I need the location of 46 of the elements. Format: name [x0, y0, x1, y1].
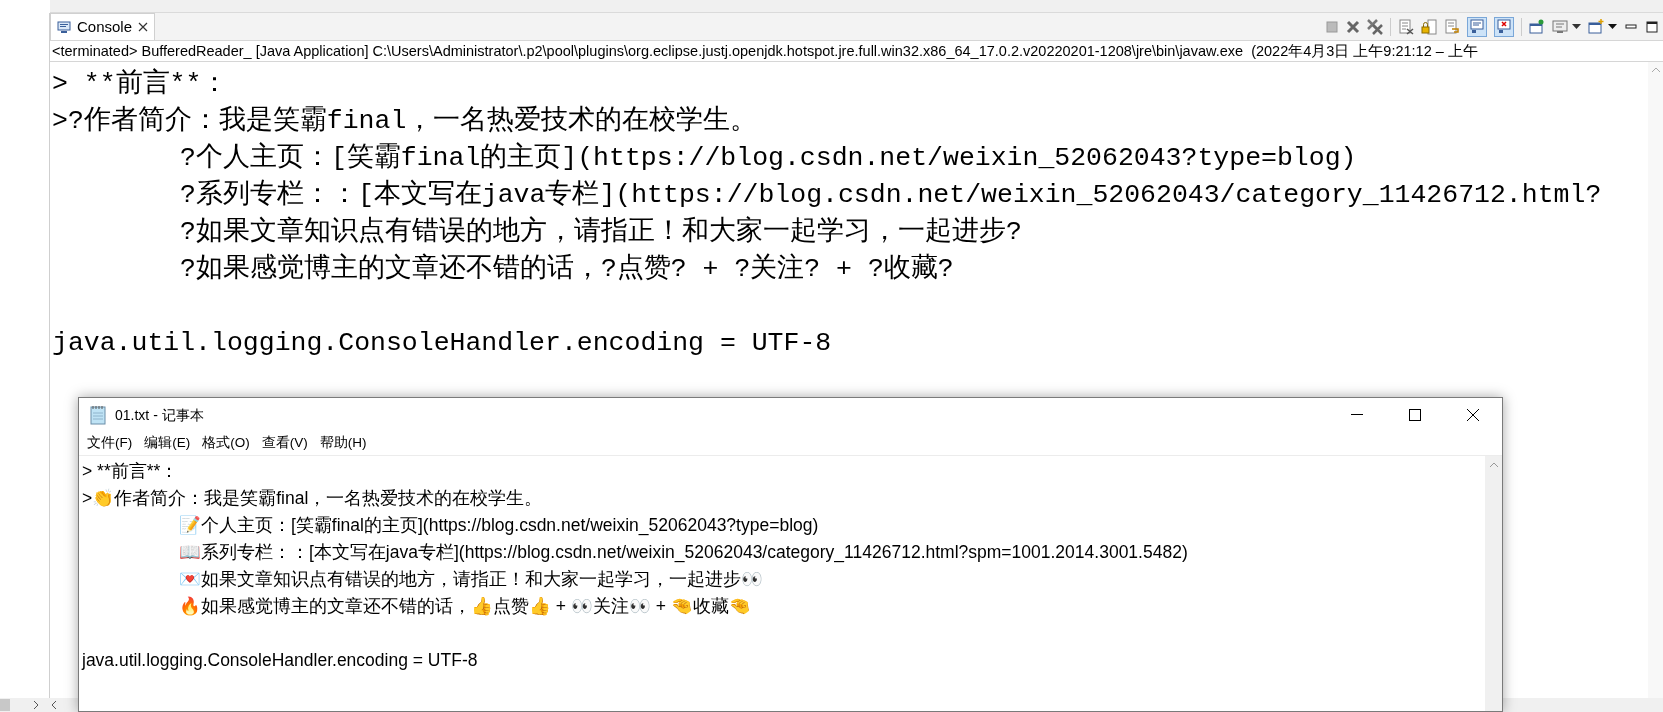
vertical-scrollbar[interactable]: [1648, 62, 1663, 698]
clear-console-icon[interactable]: [1398, 18, 1414, 35]
text-line: 🔥如果感觉博主的文章还不错的话，👍点赞👍 + 👀关注👀 + 🤏收藏🤏: [178, 595, 751, 618]
caret-icon: [1572, 23, 1581, 30]
scroll-right-icon[interactable]: [32, 700, 40, 710]
show-console-output-icon[interactable]: [1467, 16, 1487, 37]
text-line: 📖系列专栏：：[本文写在java专栏](https://blog.csdn.net/weixin_52062043/category_11426712.html?spm=1001.2014.3001.5482): [178, 541, 1188, 565]
text-line: > **前言**：: [82, 460, 179, 483]
show-error-output-icon[interactable]: [1494, 16, 1514, 37]
scroll-left-icon[interactable]: [50, 700, 58, 710]
console-icon: [57, 20, 71, 34]
maximize-icon: [1409, 409, 1421, 421]
text-line: ?如果文章知识点有错误的地方，请指正！和大家一起学习，一起进步?: [179, 215, 1022, 249]
text-line: ?系列专栏：：[本文写在java专栏](https://blog.csdn.net/weixin_52062043/category_11426712.html?: [179, 178, 1602, 212]
menu-item[interactable]: 格式(O): [196, 433, 256, 454]
menu-item[interactable]: 文件(F): [81, 433, 139, 454]
display-console-dropdown[interactable]: [1552, 18, 1581, 35]
console-tab[interactable]: Console: [50, 13, 156, 40]
pin-console-icon[interactable]: [1529, 18, 1545, 35]
close-icon[interactable]: [138, 22, 149, 32]
scroll-lock-icon[interactable]: [1421, 18, 1437, 35]
text-line: >?作者简介：我是笑霸final，一名热爱技术的在校学生。: [52, 104, 758, 138]
notepad-icon: [89, 405, 107, 425]
text-line: ?个人主页：[笑霸final的主页](https://blog.csdn.net/weixin_52062043?type=blog): [179, 141, 1357, 175]
vertical-scrollbar[interactable]: [1485, 456, 1502, 711]
remove-all-icon[interactable]: [1367, 18, 1383, 35]
text-line: > **前言**：: [52, 67, 229, 101]
text-line: java.util.logging.ConsoleHandler.encoding = UTF-8: [52, 327, 832, 360]
menu-item[interactable]: 帮助(H): [313, 433, 373, 454]
text-line: java.util.logging.ConsoleHandler.encoding = UTF-8: [82, 649, 478, 672]
window-title: 01.txt - 记事本: [115, 405, 204, 425]
menu-item[interactable]: 查看(V): [255, 433, 314, 454]
process-status-text: <terminated> BufferedReader_ [Java Application] C:\Users\Administrator\.p2\pool\plugins\org.eclipse.justj.openjdk.hotspot.jre.full.win32.x86_64_17.0.2.v20220201-1208\jre\bin\javaw.exe (2022年4月3日 上午9:21:12 – 上午: [50, 41, 1663, 62]
caret-icon: [1608, 23, 1617, 30]
text-line: >👏作者简介：我是笑霸final，一名热爱技术的在校学生。: [82, 487, 543, 510]
menu-item[interactable]: 编辑(E): [138, 433, 197, 454]
text-line: ?如果感觉博主的文章还不错的话，?点赞? + ?关注? + ?收藏?: [179, 252, 954, 286]
open-console-dropdown[interactable]: [1588, 18, 1617, 35]
text-line: 💌如果文章知识点有错误的地方，请指正！和大家一起学习，一起进步👀: [178, 568, 763, 591]
minimize-icon: [1351, 414, 1363, 416]
text-line: 📝个人主页：[笑霸final的主页](https://blog.csdn.net/weixin_52062043?type=blog): [178, 514, 819, 538]
scrollbar-thumb[interactable]: [0, 699, 10, 711]
remove-icon[interactable]: [1346, 19, 1360, 34]
word-wrap-icon[interactable]: [1444, 18, 1460, 35]
close-icon: [1467, 409, 1479, 421]
maximize-icon[interactable]: [1645, 19, 1659, 34]
